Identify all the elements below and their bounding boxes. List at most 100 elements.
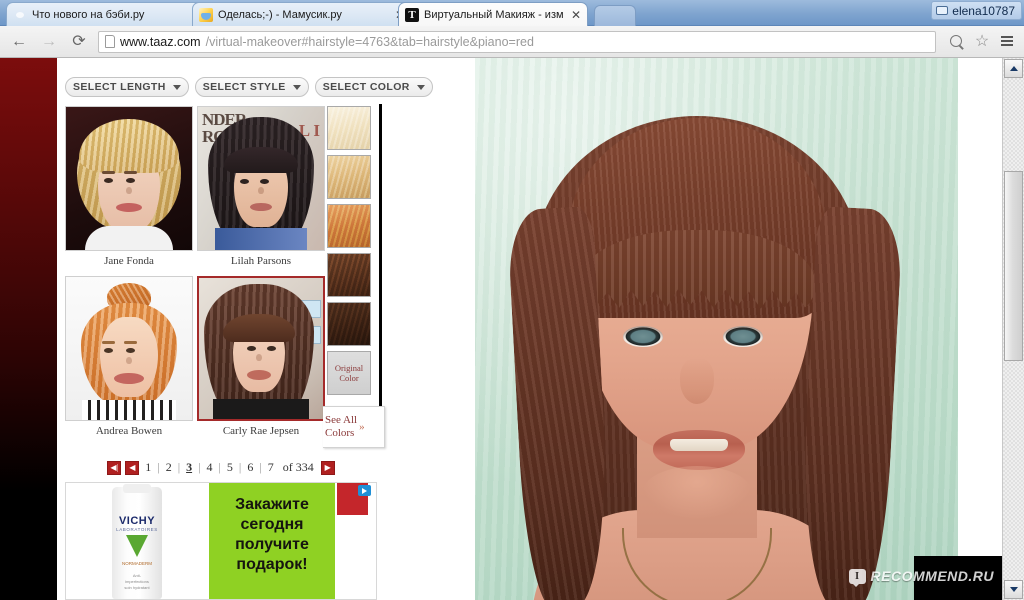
ad-headline-panel: Закажите сегодня получите подарок! — [209, 483, 335, 599]
ad-headline-line-2: сегодня — [240, 516, 304, 533]
address-bar[interactable]: www.taaz.com/virtual-makeover#hairstyle=… — [98, 30, 936, 53]
window-user-badge[interactable]: elena10787 — [931, 1, 1022, 20]
pagination-total-label: of 334 — [282, 460, 314, 474]
pagination-separator: | — [238, 460, 242, 474]
hairstyle-card-0[interactable]: Jane Fonda — [65, 106, 193, 267]
pagination-page-5[interactable]: 5 — [225, 460, 235, 475]
taaz-site-panel: SELECT LENGTH SELECT STYLE SELECT COLOR — [57, 58, 1002, 600]
color-swatch-darkest-brown[interactable] — [327, 302, 371, 346]
advertisement-banner[interactable]: VICHY LABORATOIRES NORMADERM Anti-imperf… — [65, 482, 377, 600]
chevron-down-icon — [172, 84, 181, 90]
select-color-label: SELECT COLOR — [322, 81, 410, 93]
star-icon[interactable]: ☆ — [973, 33, 991, 51]
hairstyle-card-3[interactable]: Carly Rae Jepsen — [197, 276, 325, 437]
adchoices-icon[interactable] — [358, 485, 371, 496]
hairstyle-name-0: Jane Fonda — [104, 255, 154, 267]
ad-product-panel: VICHY LABORATOIRES NORMADERM Anti-imperf… — [66, 483, 209, 599]
original-color-swatch[interactable]: Original Color — [327, 351, 371, 395]
page-scrollbar[interactable] — [1002, 58, 1024, 600]
pagination-next-button[interactable]: ▶ — [320, 460, 335, 475]
triangle-up-icon — [1009, 66, 1018, 71]
hairstyle-thumbnail-3-selected[interactable] — [197, 276, 325, 421]
color-swatch-copper-ginger[interactable] — [327, 204, 371, 248]
scrollbar-down-button[interactable] — [1004, 580, 1023, 599]
photo-nose — [680, 358, 714, 404]
pagination-first-button[interactable]: ◀| — [107, 460, 122, 475]
swatch-sheen — [328, 107, 370, 149]
search-icon[interactable] — [948, 33, 966, 51]
swatch-sheen — [328, 254, 370, 296]
photo-eye-left — [623, 326, 663, 347]
ad-brand-name: VICHY — [118, 515, 156, 527]
browser-tab-2[interactable]: Оделась;-) - Мамусик.ру ✕ — [192, 2, 412, 26]
color-swatch-dark-brown[interactable] — [327, 253, 371, 297]
browser-tab-2-title: Оделась;-) - Мамусик.ру — [218, 8, 342, 21]
pagination-page-7[interactable]: 7 — [266, 460, 276, 475]
see-all-colors-line-1: See All — [325, 414, 358, 427]
hairstyle-thumbnail-0[interactable] — [65, 106, 193, 251]
pagination-page-2[interactable]: 2 — [164, 460, 174, 475]
hairstyle-browser-column: SELECT LENGTH SELECT STYLE SELECT COLOR — [57, 58, 433, 600]
forward-button[interactable]: → — [38, 31, 60, 53]
pagination-separator: | — [157, 460, 160, 474]
user-icon — [936, 6, 949, 15]
pagination-separator: | — [198, 460, 201, 474]
pagination-page-1[interactable]: 1 — [143, 460, 153, 475]
makeover-preview-photo[interactable] — [475, 58, 958, 600]
reload-button[interactable]: ⟳ — [68, 31, 90, 53]
browser-nav-bar: ← → ⟳ www.taaz.com/virtual-makeover#hair… — [0, 26, 1024, 58]
original-color-line-2: Color — [339, 373, 359, 383]
see-all-colors-line-2: Colors — [325, 427, 355, 439]
double-chevron-right-icon: » — [359, 420, 365, 433]
scrollbar-thumb[interactable] — [1004, 171, 1023, 361]
pagination-prev-button[interactable]: ◀ — [125, 460, 140, 475]
pagination-page-6[interactable]: 6 — [245, 460, 255, 475]
pagination-page-3-current[interactable]: 3 — [184, 460, 194, 475]
pagination-separator: | — [218, 460, 221, 474]
pagination-separator: | — [259, 460, 262, 474]
select-color-dropdown[interactable]: SELECT COLOR — [314, 77, 433, 97]
photo-eye-right — [723, 326, 763, 347]
url-path: /virtual-makeover#hairstyle=4763&tab=hai… — [205, 34, 534, 49]
browser-tab-3-close-icon[interactable]: ✕ — [569, 8, 583, 22]
speech-bubble-icon: I — [848, 568, 866, 587]
recommend-watermark: I RECOMMEND.RU — [848, 568, 994, 587]
taaz-favicon-icon: T — [405, 7, 419, 22]
hair-color-swatch-column: Original Color — [327, 106, 377, 395]
hairstyle-card-1[interactable]: NDER RO L I Lilah Parsons — [197, 106, 325, 267]
photo-teeth — [670, 439, 728, 451]
browser-tab-3[interactable]: T Виртуальный Макияж - изм ✕ — [398, 2, 588, 26]
baby-favicon-icon — [13, 8, 27, 22]
browser-tab-strip: Что нового на бэби.ру ✕ Оделась;-) - Мам… — [0, 0, 1024, 26]
select-length-dropdown[interactable]: SELECT LENGTH — [65, 77, 189, 97]
window-user-name: elena10787 — [952, 3, 1015, 18]
pagination-page-4[interactable]: 4 — [205, 460, 215, 475]
swatch-sheen — [328, 303, 370, 345]
select-style-label: SELECT STYLE — [202, 81, 286, 93]
original-color-line-1: Original — [334, 362, 364, 373]
ad-headline-line-1: Закажите — [235, 496, 309, 513]
hairstyle-card-2[interactable]: Andrea Bowen — [65, 276, 193, 437]
scrollbar-up-button[interactable] — [1004, 59, 1023, 78]
ad-product-image: VICHY LABORATOIRES NORMADERM Anti-imperf… — [112, 484, 162, 599]
select-style-dropdown[interactable]: SELECT STYLE — [194, 77, 309, 97]
ad-headline-line-3: получите — [235, 536, 309, 553]
hairstyle-thumbnail-2[interactable] — [65, 276, 193, 421]
pagination: ◀| ◀ 1 | 2 | 3 | 4 | 5 | 6 | 7 of 334 ▶ — [65, 460, 377, 475]
swatch-sheen — [328, 156, 370, 198]
back-button[interactable]: ← — [8, 31, 30, 53]
see-all-colors-button[interactable]: See All Colors » — [323, 406, 385, 448]
hairstyle-thumbnail-1[interactable]: NDER RO L I — [197, 106, 325, 251]
chevron-down-icon — [292, 84, 301, 90]
hairstyle-name-1: Lilah Parsons — [230, 255, 292, 267]
thumbnail-photo-0 — [66, 107, 192, 250]
watermark-text: RECOMMEND.RU — [870, 568, 994, 584]
vichy-v-logo-icon — [126, 535, 148, 557]
new-tab-button[interactable] — [594, 5, 636, 26]
nav-right-icons: ☆ — [948, 33, 1016, 51]
ad-product-line-2: Anti-imperfections soin hydratant — [124, 573, 150, 590]
color-swatch-golden-blonde[interactable] — [327, 155, 371, 199]
hamburger-menu-icon[interactable] — [998, 33, 1016, 51]
color-swatch-platinum-blonde[interactable] — [327, 106, 371, 150]
ad-brand-subtitle: LABORATOIRES — [116, 527, 158, 532]
